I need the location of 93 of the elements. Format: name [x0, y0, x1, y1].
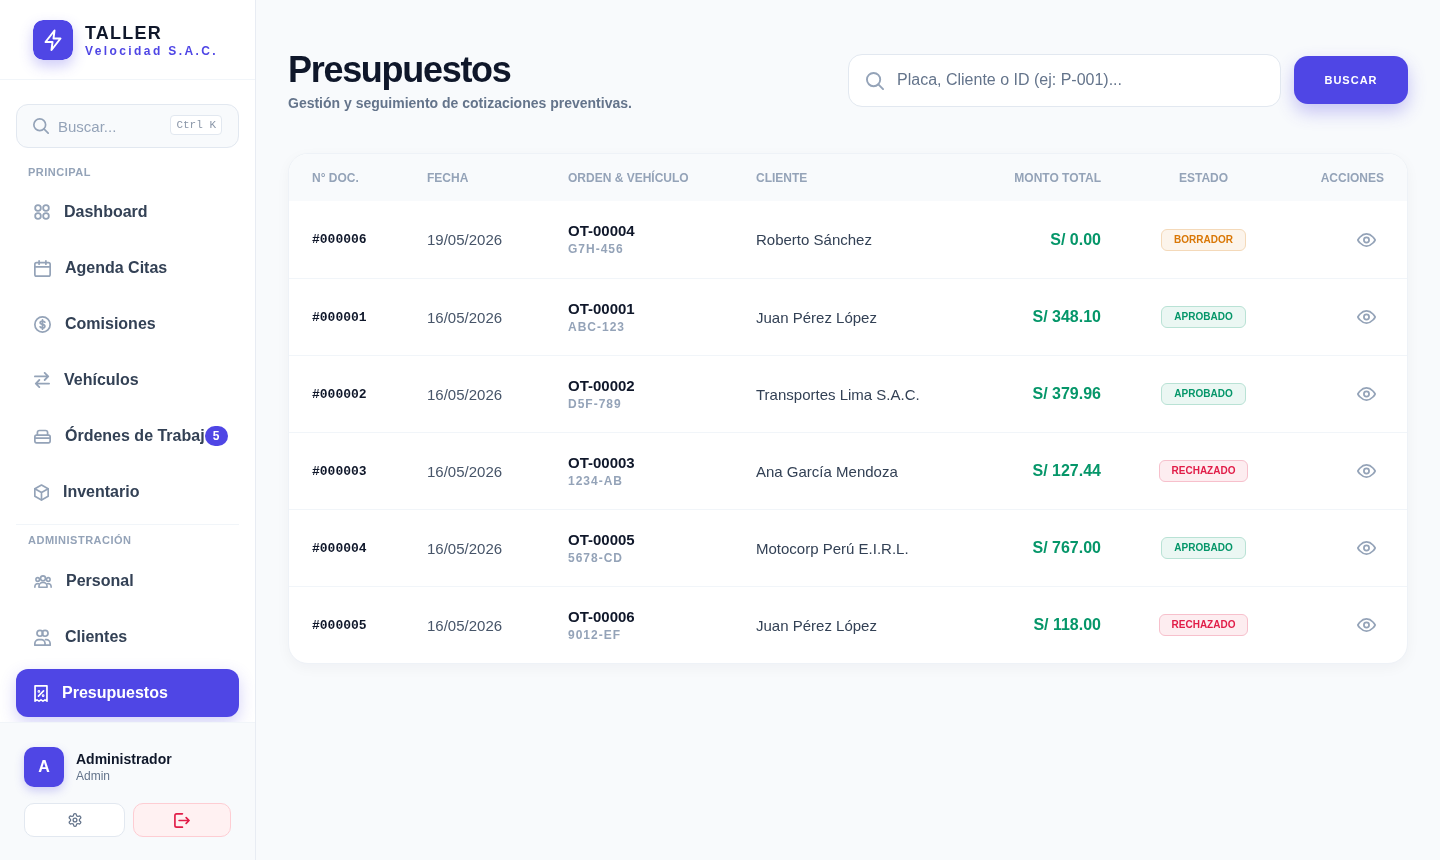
group-icon: [34, 574, 52, 588]
avatar: A: [24, 747, 64, 787]
page-title: Presupuestos: [288, 48, 512, 92]
order-number: OT-00005: [568, 530, 635, 549]
date-text: 19/05/2026: [427, 231, 503, 248]
client-name: Motocorp Perú E.I.R.L.: [756, 539, 909, 557]
nav-item[interactable]: Dashboard: [16, 188, 239, 236]
tray-icon: [34, 428, 51, 444]
status-badge: APROBADO: [1161, 383, 1246, 405]
bolt-logo-icon: [33, 19, 73, 60]
brand-tagline: Velocidad S.A.C.: [85, 42, 219, 59]
client-name: Transportes Lima S.A.C.: [756, 385, 920, 403]
plate-number: G7H-456: [568, 241, 624, 257]
eye-icon: [1356, 232, 1376, 247]
column-header: N° DOC.: [312, 170, 360, 185]
eye-icon: [1356, 464, 1376, 478]
status-badge: RECHAZADO: [1158, 460, 1249, 482]
two-people-icon: [34, 628, 51, 646]
client-name: Roberto Sánchez: [756, 231, 872, 248]
nav-item[interactable]: Personal: [16, 557, 239, 605]
plate-number: 5678-CD: [568, 549, 624, 566]
total-amount: S/ 767.00: [1032, 539, 1101, 557]
receipt-icon: [34, 684, 48, 702]
document-number: #000005: [312, 617, 367, 633]
client-name: Juan Pérez López: [756, 308, 877, 326]
column-header: ESTADO: [1177, 170, 1230, 185]
search-icon: [33, 118, 49, 134]
total-amount: S/ 0.00: [1050, 230, 1101, 249]
shortcut-hint: Ctrl K: [170, 115, 222, 135]
date-text: 16/05/2026: [427, 385, 503, 403]
eye-icon: [1356, 387, 1376, 401]
column-header: ORDEN & VEHÍCULO: [568, 170, 690, 185]
eye-icon: [1356, 618, 1376, 632]
nav-item[interactable]: Comisiones: [16, 300, 239, 348]
total-amount: S/ 118.00: [1033, 616, 1101, 634]
swap-arrows-icon: [34, 372, 50, 388]
total-amount: S/ 379.96: [1032, 385, 1101, 403]
search-icon: [866, 71, 884, 90]
status-badge: RECHAZADO: [1158, 614, 1249, 636]
nav-item[interactable]: Clientes: [16, 613, 239, 661]
column-header: ACCIONES: [1319, 170, 1384, 185]
user-name: Administrador: [76, 750, 172, 768]
document-number: #000004: [312, 540, 367, 556]
order-number: OT-00006: [568, 607, 635, 626]
plate-number: ABC-123: [568, 318, 625, 335]
client-name: Juan Pérez López: [756, 616, 877, 634]
document-number: #000006: [312, 232, 367, 247]
logout-button[interactable]: [133, 803, 231, 837]
calendar-icon: [34, 259, 51, 277]
user-role: Admin: [76, 768, 111, 784]
four-circles-icon: [34, 204, 50, 220]
column-header: MONTO TOTAL: [1013, 170, 1101, 185]
order-number: OT-00001: [568, 299, 635, 318]
brand-name: TALLER: [85, 22, 163, 43]
status-badge: APROBADO: [1161, 537, 1246, 559]
plate-number: 9012-EF: [568, 626, 622, 643]
settings-button[interactable]: [24, 803, 125, 837]
date-text: 16/05/2026: [427, 616, 503, 634]
date-text: 16/05/2026: [427, 462, 503, 480]
nav-item[interactable]: Vehículos: [16, 356, 239, 404]
page-subtitle: Gestión y seguimiento de cotizaciones preventivas.: [288, 94, 632, 112]
order-number: OT-00004: [568, 222, 635, 240]
section-label: PRINCIPAL: [27, 165, 92, 180]
nav-item[interactable]: Agenda Citas: [16, 244, 239, 292]
status-badge: APROBADO: [1161, 306, 1246, 328]
dollar-coin-icon: [34, 315, 51, 333]
section-label: ADMINISTRACIÓN: [27, 533, 133, 548]
eye-icon: [1356, 541, 1376, 555]
nav-item[interactable]: Inventario: [16, 468, 239, 516]
document-number: #000001: [312, 309, 367, 325]
document-number: #000002: [312, 386, 367, 402]
cube-icon: [34, 483, 49, 501]
order-number: OT-00002: [568, 376, 635, 395]
order-number: OT-00003: [568, 453, 635, 472]
eye-icon: [1356, 310, 1376, 324]
total-amount: S/ 127.44: [1032, 462, 1101, 480]
count-badge: 5: [204, 426, 228, 446]
nav-item[interactable]: Presupuestos: [16, 669, 239, 717]
client-name: Ana García Mendoza: [756, 462, 898, 480]
date-text: 16/05/2026: [427, 308, 503, 326]
plate-number: 1234-AB: [568, 472, 624, 489]
column-header: FECHA: [427, 170, 470, 185]
exit-arrow-icon: [174, 812, 190, 828]
total-amount: S/ 348.10: [1032, 308, 1101, 326]
document-number: #000003: [312, 463, 367, 479]
column-header: CLIENTE: [756, 170, 809, 185]
status-badge: BORRADOR: [1161, 228, 1246, 251]
plate-number: D5F-789: [568, 395, 622, 412]
search-button[interactable]: BUSCAR: [1294, 56, 1408, 104]
nav-item[interactable]: Órdenes de Trabaj 5: [16, 412, 239, 460]
date-text: 16/05/2026: [427, 539, 503, 557]
search-field[interactable]: Placa, Cliente o ID (ej: P-001)...: [848, 53, 1281, 107]
gear-icon: [67, 813, 82, 827]
